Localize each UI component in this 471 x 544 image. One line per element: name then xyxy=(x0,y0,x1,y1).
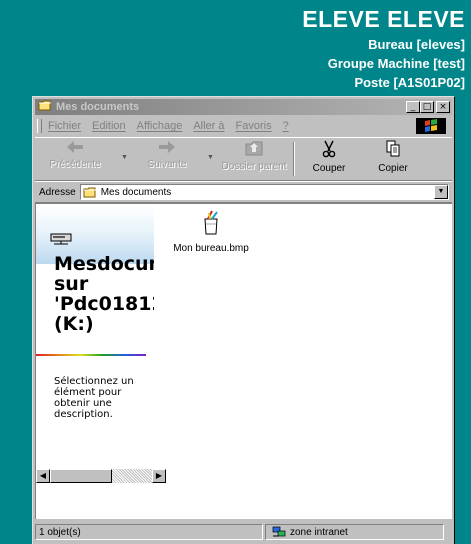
back-button[interactable]: Précédente xyxy=(43,140,107,170)
scissors-icon xyxy=(321,140,337,161)
address-bar: Adresse Mes documents ▼ xyxy=(35,181,452,203)
status-zone-panel: zone intranet xyxy=(265,524,444,540)
webview-description: Sélectionnez un élément pour obtenir une… xyxy=(54,376,134,420)
up-folder-button[interactable]: Dossier parent xyxy=(217,140,291,172)
folder-icon xyxy=(38,98,52,116)
status-count: 1 objet(s) xyxy=(39,526,81,538)
toolbar-separator xyxy=(293,142,295,176)
forward-button[interactable]: Suivante xyxy=(135,140,199,170)
close-button[interactable]: × xyxy=(436,101,450,113)
window-title: Mes documents xyxy=(56,101,140,113)
desktop-info-bureau: Bureau [eleves] xyxy=(368,37,465,52)
menu-help[interactable]: ? xyxy=(283,120,289,132)
back-dropdown-icon[interactable]: ▼ xyxy=(121,154,128,161)
menu-bar: Fichier Edition Affichage Aller à Favori… xyxy=(35,117,452,135)
menu-aller-a[interactable]: Aller à xyxy=(193,120,224,132)
paint-bitmap-icon xyxy=(198,210,224,240)
cut-label: Couper xyxy=(312,163,346,174)
scroll-thumb[interactable] xyxy=(50,469,112,483)
explorer-window[interactable]: Mes documents _ □ × Fichier Edition Affi… xyxy=(32,96,455,544)
address-dropdown-icon[interactable]: ▼ xyxy=(434,185,448,199)
status-count-panel: 1 objet(s) xyxy=(35,524,263,540)
rainbow-divider xyxy=(36,354,146,356)
webview-title: Mesdocuments sur 'Pdc01812' (K:) xyxy=(54,254,154,334)
address-label: Adresse xyxy=(39,186,76,198)
forward-label: Suivante xyxy=(147,159,187,170)
address-input[interactable]: Mes documents ▼ xyxy=(79,184,449,200)
toolbar: Précédente ▼ Suivante ▼ Dossier parent C… xyxy=(35,137,452,181)
menu-affichage[interactable]: Affichage xyxy=(137,120,183,132)
folder-icon xyxy=(83,186,97,198)
copy-icon xyxy=(385,140,401,161)
menu-favoris[interactable]: Favoris xyxy=(236,120,272,132)
up-folder-label: Dossier parent xyxy=(221,161,287,172)
scroll-left-button[interactable]: ◀ xyxy=(36,469,50,483)
status-zone: zone intranet xyxy=(290,526,348,538)
parent-folder-icon xyxy=(244,141,264,159)
forward-arrow-icon xyxy=(157,141,177,157)
minimize-button[interactable]: _ xyxy=(406,101,420,113)
menu-fichier[interactable]: Fichier xyxy=(48,120,81,132)
back-label: Précédente xyxy=(49,159,101,170)
file-name: Mon bureau.bmp xyxy=(173,243,249,254)
forward-dropdown-icon[interactable]: ▼ xyxy=(207,154,214,161)
maximize-button[interactable]: □ xyxy=(420,101,434,113)
horizontal-scrollbar[interactable]: ◀ ▶ xyxy=(36,469,166,483)
folder-content[interactable]: Mesdocuments sur 'Pdc01812' (K:) Sélecti… xyxy=(35,203,452,519)
desktop-info-groupe: Groupe Machine [test] xyxy=(327,56,465,71)
menu-grip[interactable] xyxy=(37,119,42,133)
scroll-right-button[interactable]: ▶ xyxy=(152,469,166,483)
menu-edition[interactable]: Edition xyxy=(92,120,126,132)
copy-label: Copier xyxy=(378,163,408,174)
copy-button[interactable]: Copier xyxy=(365,140,421,174)
status-bar: 1 objet(s) zone intranet xyxy=(35,524,452,542)
network-drive-icon xyxy=(50,232,74,251)
intranet-zone-icon xyxy=(272,526,286,538)
cut-button[interactable]: Couper xyxy=(301,140,357,174)
address-value: Mes documents xyxy=(100,186,172,198)
file-item[interactable]: Mon bureau.bmp xyxy=(166,210,256,254)
windows-logo-icon xyxy=(416,118,446,134)
desktop-info-poste: Poste [A1S01P02] xyxy=(354,75,465,90)
back-arrow-icon xyxy=(65,141,85,157)
desktop-user-title: ELEVE ELEVE xyxy=(302,6,465,32)
title-bar[interactable]: Mes documents _ □ × xyxy=(35,99,452,115)
